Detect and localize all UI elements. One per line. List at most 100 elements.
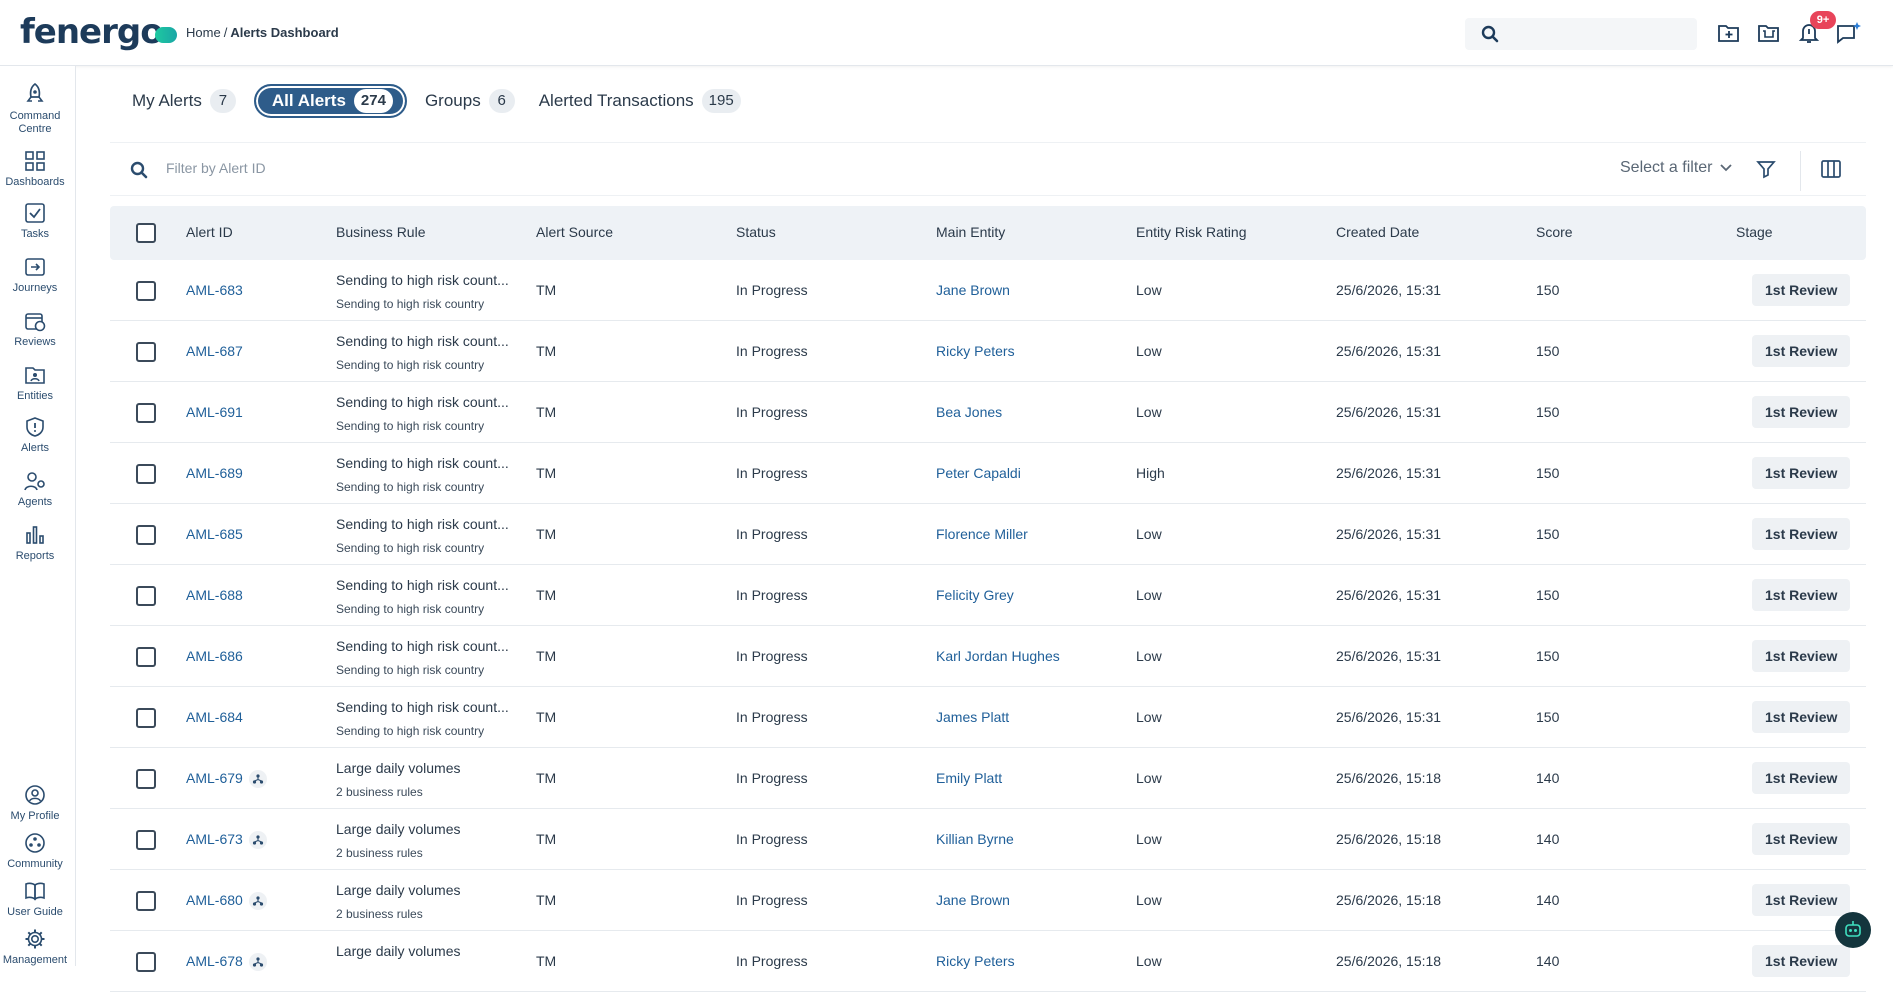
messages-sparkle-icon[interactable] xyxy=(1836,20,1862,46)
main-entity-link[interactable]: Peter Capaldi xyxy=(936,465,1021,481)
main-entity-link[interactable]: Bea Jones xyxy=(936,404,1002,420)
column-header[interactable]: Business Rule xyxy=(336,224,426,240)
main-entity-link[interactable]: Killian Byrne xyxy=(936,831,1014,847)
stage-button[interactable]: 1st Review xyxy=(1752,701,1851,733)
column-header[interactable]: Main Entity xyxy=(936,224,1005,240)
stage-button[interactable]: 1st Review xyxy=(1752,579,1851,611)
group-icon[interactable] xyxy=(248,892,267,911)
stage-button[interactable]: 1st Review xyxy=(1752,884,1851,916)
sidebar-item-reports[interactable]: Reports xyxy=(0,524,70,563)
column-header[interactable]: Stage xyxy=(1736,224,1773,240)
alert-id-link[interactable]: AML-686 xyxy=(186,648,243,664)
alert-id-link[interactable]: AML-678 xyxy=(186,953,267,972)
stage-button[interactable]: 1st Review xyxy=(1752,335,1851,367)
sidebar-item-reviews[interactable]: Reviews xyxy=(0,310,70,349)
main-entity-link[interactable]: James Platt xyxy=(936,709,1009,725)
tab-groups[interactable]: Groups 6 xyxy=(419,84,521,118)
tab-all-alerts[interactable]: All Alerts 274 xyxy=(253,84,407,118)
table-row[interactable]: AML-679 Large daily volumes 2 business rul… xyxy=(110,748,1866,809)
table-row[interactable]: AML-688 Sending to high risk count... Send… xyxy=(110,565,1866,626)
group-icon[interactable] xyxy=(248,770,267,789)
table-row[interactable]: AML-684 Sending to high risk count... Send… xyxy=(110,687,1866,748)
folder-upload-icon[interactable] xyxy=(1756,20,1782,46)
main-entity-link[interactable]: Emily Platt xyxy=(936,770,1002,786)
global-search-input[interactable] xyxy=(1465,18,1697,50)
group-icon[interactable] xyxy=(248,953,267,972)
sidebar-item-tasks[interactable]: Tasks xyxy=(0,202,70,241)
stage-button[interactable]: 1st Review xyxy=(1752,762,1851,794)
alert-id-link[interactable]: AML-673 xyxy=(186,831,267,850)
sidebar-item-management[interactable]: Management xyxy=(0,928,70,967)
sidebar-item-alerts[interactable]: Alerts xyxy=(0,416,70,455)
row-checkbox[interactable] xyxy=(136,830,156,850)
group-icon[interactable] xyxy=(248,831,267,850)
alert-id-link[interactable]: AML-685 xyxy=(186,526,243,542)
select-filter-dropdown[interactable]: Select a filter xyxy=(1620,159,1733,177)
table-row[interactable]: AML-678 Large daily volumes TM In Progress R… xyxy=(110,931,1866,992)
alert-id-link[interactable]: AML-691 xyxy=(186,404,243,420)
main-entity-link[interactable]: Ricky Peters xyxy=(936,953,1015,969)
column-header[interactable]: Created Date xyxy=(1336,224,1419,240)
table-row[interactable]: AML-673 Large daily volumes 2 business rul… xyxy=(110,809,1866,870)
alert-id-link[interactable]: AML-679 xyxy=(186,770,267,789)
row-checkbox[interactable] xyxy=(136,403,156,423)
sidebar-item-my-profile[interactable]: My Profile xyxy=(0,784,70,823)
alert-id-link[interactable]: AML-683 xyxy=(186,282,243,298)
row-checkbox[interactable] xyxy=(136,708,156,728)
columns-icon[interactable] xyxy=(1820,159,1842,184)
sidebar-item-user-guide[interactable]: User Guide xyxy=(0,880,70,919)
tab-my-alerts[interactable]: My Alerts 7 xyxy=(126,84,242,118)
row-checkbox[interactable] xyxy=(136,769,156,789)
sidebar-item-agents[interactable]: Agents xyxy=(0,470,70,509)
stage-button[interactable]: 1st Review xyxy=(1752,518,1851,550)
alert-id-link[interactable]: AML-684 xyxy=(186,709,243,725)
tab-alerted-transactions[interactable]: Alerted Transactions 195 xyxy=(533,84,747,118)
row-checkbox[interactable] xyxy=(136,464,156,484)
sidebar-item-community[interactable]: Community xyxy=(0,832,70,871)
main-entity-link[interactable]: Florence Miller xyxy=(936,526,1028,542)
stage-button[interactable]: 1st Review xyxy=(1752,457,1851,489)
main-entity-link[interactable]: Jane Brown xyxy=(936,892,1010,908)
alert-id-filter-input[interactable] xyxy=(166,160,766,176)
stage-button[interactable]: 1st Review xyxy=(1752,823,1851,855)
column-header[interactable]: Alert Source xyxy=(536,224,613,240)
table-row[interactable]: AML-685 Sending to high risk count... Send… xyxy=(110,504,1866,565)
alert-id-link[interactable]: AML-688 xyxy=(186,587,243,603)
new-folder-icon[interactable] xyxy=(1716,20,1742,46)
filter-funnel-icon[interactable] xyxy=(1756,159,1776,184)
stage-button[interactable]: 1st Review xyxy=(1752,396,1851,428)
row-checkbox[interactable] xyxy=(136,525,156,545)
main-entity-link[interactable]: Karl Jordan Hughes xyxy=(936,648,1060,664)
fenergo-logo[interactable]: fenergo xyxy=(20,12,177,52)
stage-button[interactable]: 1st Review xyxy=(1752,274,1851,306)
alert-id-link[interactable]: AML-689 xyxy=(186,465,243,481)
row-checkbox[interactable] xyxy=(136,342,156,362)
table-row[interactable]: AML-683 Sending to high risk count... Send… xyxy=(110,260,1866,321)
select-all-checkbox[interactable] xyxy=(136,223,156,243)
table-row[interactable]: AML-686 Sending to high risk count... Send… xyxy=(110,626,1866,687)
breadcrumb-home[interactable]: Home xyxy=(186,25,221,40)
column-header[interactable]: Score xyxy=(1536,224,1573,240)
column-header[interactable]: Entity Risk Rating xyxy=(1136,224,1246,240)
table-row[interactable]: AML-680 Large daily volumes 2 business rul… xyxy=(110,870,1866,931)
main-entity-link[interactable]: Jane Brown xyxy=(936,282,1010,298)
row-checkbox[interactable] xyxy=(136,647,156,667)
stage-button[interactable]: 1st Review xyxy=(1752,640,1851,672)
row-checkbox[interactable] xyxy=(136,891,156,911)
sidebar-item-entities[interactable]: Entities xyxy=(0,364,70,403)
main-entity-link[interactable]: Ricky Peters xyxy=(936,343,1015,359)
assistant-bot-button[interactable] xyxy=(1835,912,1871,948)
table-row[interactable]: AML-689 Sending to high risk count... Send… xyxy=(110,443,1866,504)
sidebar-item-dashboards[interactable]: Dashboards xyxy=(0,150,70,189)
row-checkbox[interactable] xyxy=(136,281,156,301)
row-checkbox[interactable] xyxy=(136,952,156,972)
table-row[interactable]: AML-691 Sending to high risk count... Send… xyxy=(110,382,1866,443)
alert-id-link[interactable]: AML-680 xyxy=(186,892,267,911)
column-header[interactable]: Alert ID xyxy=(186,224,233,240)
row-checkbox[interactable] xyxy=(136,586,156,606)
sidebar-item-journeys[interactable]: Journeys xyxy=(0,256,70,295)
table-row[interactable]: AML-687 Sending to high risk count... Send… xyxy=(110,321,1866,382)
stage-button[interactable]: 1st Review xyxy=(1752,945,1851,977)
alert-id-link[interactable]: AML-687 xyxy=(186,343,243,359)
main-entity-link[interactable]: Felicity Grey xyxy=(936,587,1014,603)
